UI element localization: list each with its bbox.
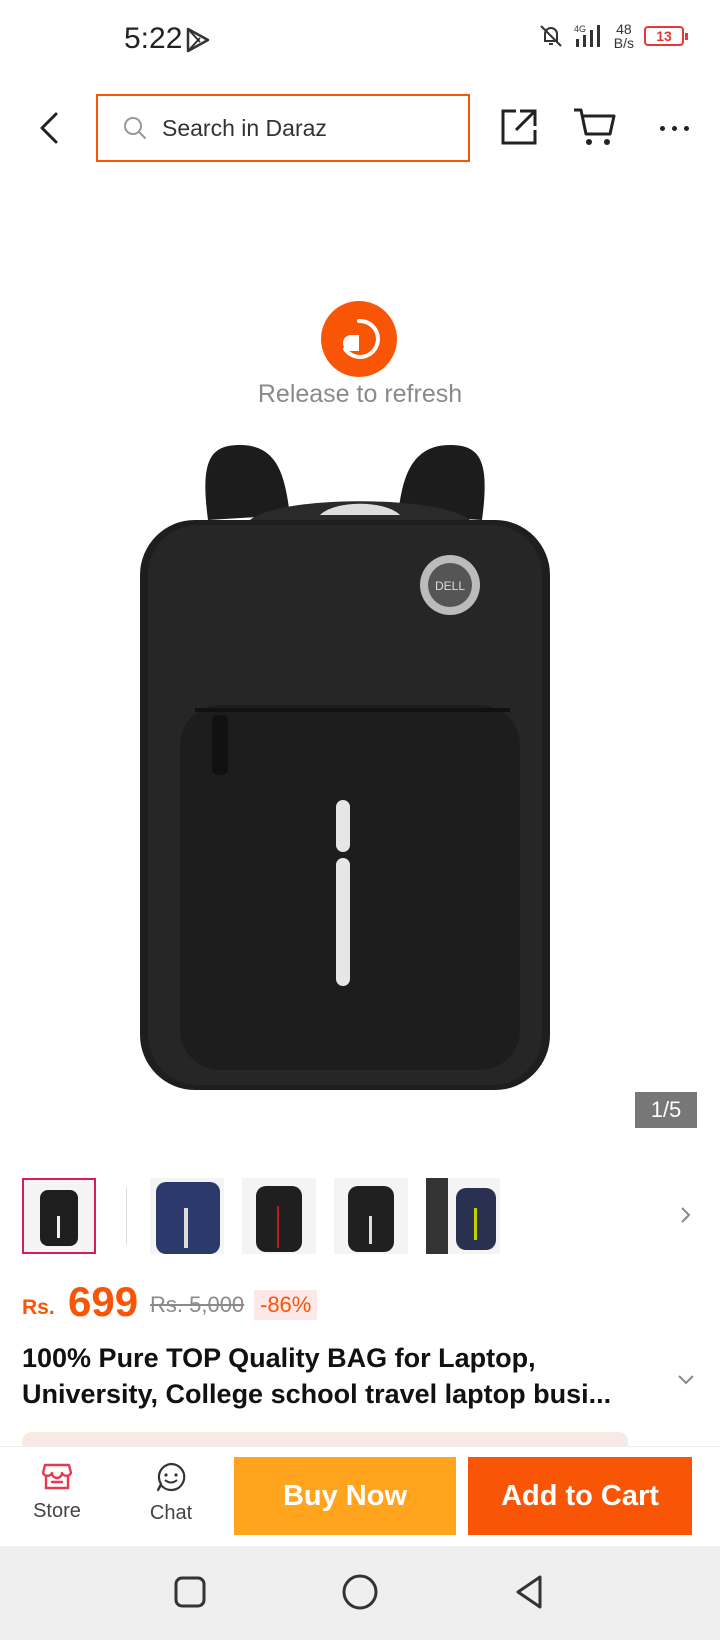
search-input[interactable]: Search in Daraz xyxy=(96,94,470,162)
thumbnail-2[interactable] xyxy=(150,1178,224,1254)
net-speed-unit: B/s xyxy=(613,35,634,51)
backpack-thumb-icon xyxy=(348,1186,394,1252)
thumbnail-3[interactable] xyxy=(242,1178,316,1254)
thumbnail-strip xyxy=(22,1178,702,1254)
add-to-cart-button[interactable]: Add to Cart xyxy=(468,1457,692,1535)
chevron-right-icon[interactable] xyxy=(676,1200,696,1230)
thumbnail-1[interactable] xyxy=(22,1178,96,1254)
header: Search in Daraz xyxy=(0,88,720,168)
recents-square-icon[interactable] xyxy=(170,1572,210,1612)
status-time: 5:22 xyxy=(124,22,183,55)
status-icons: 4G 48 B/s 13 xyxy=(538,22,688,50)
more-options-icon[interactable] xyxy=(654,108,694,148)
price-original: Rs. 5,000 xyxy=(150,1292,245,1317)
backpack-thumb-icon xyxy=(156,1182,220,1254)
chat-label: Chat xyxy=(149,1502,193,1524)
image-counter: 1/5 xyxy=(635,1092,697,1128)
backpack-thumb-icon xyxy=(40,1190,78,1246)
bottom-action-bar: Store Chat Buy Now Add to Cart xyxy=(0,1446,720,1546)
backpack-thumb-icon xyxy=(256,1186,302,1252)
thumbnail-4[interactable] xyxy=(334,1178,408,1254)
status-bar: 5:22 4G 48 B/s 13 xyxy=(0,0,720,80)
store-button[interactable]: Store xyxy=(22,1461,92,1537)
product-title-line-2: University, College school travel laptop… xyxy=(22,1379,612,1409)
buy-now-button[interactable]: Buy Now xyxy=(234,1457,456,1535)
share-icon[interactable] xyxy=(498,106,540,148)
mute-bell-icon xyxy=(540,25,562,47)
back-arrow-icon[interactable] xyxy=(30,108,70,148)
daraz-logo-icon xyxy=(321,301,397,377)
svg-text:DELL: DELL xyxy=(435,579,465,593)
discount-badge: -86% xyxy=(254,1290,318,1320)
system-navigation-bar xyxy=(0,1546,720,1640)
back-triangle-icon[interactable] xyxy=(510,1572,550,1612)
battery-icon: 13 xyxy=(644,26,688,46)
backpack-thumb-icon xyxy=(426,1178,496,1254)
refresh-hint: Release to refresh xyxy=(257,380,463,408)
price-current: 699 xyxy=(68,1278,139,1325)
home-circle-icon[interactable] xyxy=(340,1572,380,1612)
product-image[interactable]: DELL xyxy=(140,440,580,1130)
thumbnail-divider xyxy=(126,1188,127,1244)
price-row: Rs. 699 Rs. 5,000 -86% xyxy=(22,1278,702,1328)
store-label: Store xyxy=(33,1500,81,1522)
chat-icon xyxy=(156,1462,186,1492)
price-currency: Rs. xyxy=(22,1296,55,1319)
cart-icon[interactable] xyxy=(572,106,618,148)
net-speed: 48 B/s xyxy=(614,22,634,50)
promo-strip xyxy=(22,1432,628,1446)
battery-level: 13 xyxy=(656,28,672,44)
play-store-icon xyxy=(186,27,210,53)
search-icon xyxy=(124,117,146,139)
signal-icon: 4G xyxy=(574,24,600,47)
daraz-mark-icon xyxy=(343,318,380,359)
net-speed-value: 48 xyxy=(616,21,632,37)
product-title[interactable]: 100% Pure TOP Quality BAG for Laptop, Un… xyxy=(22,1340,662,1412)
chevron-down-icon[interactable] xyxy=(675,1368,697,1390)
search-placeholder: Search in Daraz xyxy=(162,114,327,141)
product-title-line-1: 100% Pure TOP Quality BAG for Laptop, xyxy=(22,1343,536,1373)
store-icon xyxy=(41,1463,73,1490)
network-type: 4G xyxy=(574,24,586,34)
chat-button[interactable]: Chat xyxy=(136,1461,206,1537)
thumbnail-5[interactable] xyxy=(426,1178,500,1254)
